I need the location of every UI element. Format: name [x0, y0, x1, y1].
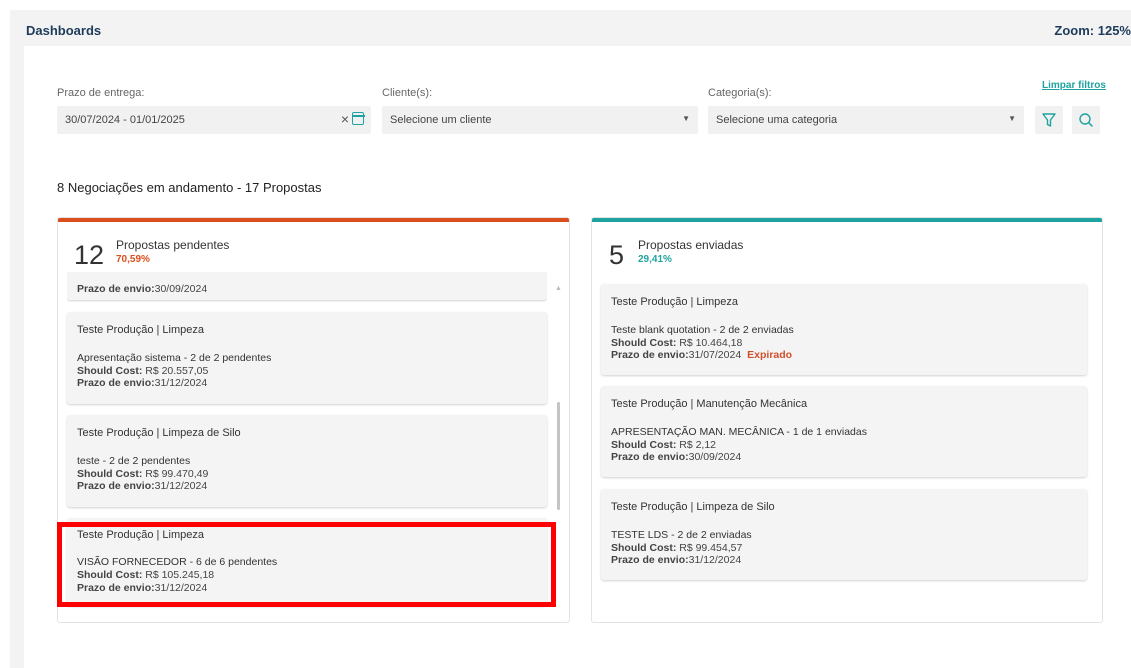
filter-icon — [1042, 113, 1056, 127]
should-cost-value: R$ 99.470,49 — [145, 468, 209, 480]
deadline-value: 31/12/2024 — [154, 582, 208, 594]
category-placeholder: Selecione uma categoria — [716, 114, 838, 126]
search-icon — [1079, 113, 1093, 127]
card-title: Teste Produção | Limpeza de Silo — [77, 427, 241, 439]
deadline-value: 31/07/2024 — [688, 349, 742, 361]
clear-filters-link[interactable]: Limpar filtros — [1042, 80, 1106, 91]
top-bar: Dashboards Zoom: 125% — [10, 10, 1131, 46]
category-label: Categoria(s): — [708, 87, 772, 99]
sent-card-2[interactable]: Teste Produção | Manutenção Mecânica APR… — [601, 386, 1087, 477]
chevron-down-icon: ▼ — [1008, 114, 1016, 123]
should-cost-label: Should Cost: — [611, 439, 677, 451]
card-title: Teste Produção | Manutenção Mecânica — [611, 398, 808, 410]
card-description: TESTE LDS - 2 de 2 enviadas — [611, 529, 752, 541]
card-description: Apresentação sistema - 2 de 2 pendentes — [77, 352, 272, 364]
sent-title: Propostas enviadas — [638, 238, 744, 252]
card-title: Teste Produção | Limpeza — [77, 324, 204, 336]
should-cost-value: R$ 99.454,57 — [679, 542, 743, 554]
should-cost-label: Should Cost: — [77, 468, 143, 480]
pending-card-2[interactable]: Teste Produção | Limpeza de Silo teste -… — [67, 415, 547, 507]
search-button[interactable] — [1072, 106, 1100, 134]
deadline-value: 31/12/2024 — [154, 480, 208, 492]
deadline-value: 31/12/2024 — [688, 554, 742, 566]
should-cost-label: Should Cost: — [611, 337, 677, 349]
deadline-value: 30/09/2024 — [154, 283, 208, 295]
deadline-label: Prazo de envio: — [611, 451, 689, 463]
category-select[interactable]: Selecione uma categoria ▼ — [708, 106, 1024, 134]
left-gutter — [10, 46, 24, 668]
deadline-value: 31/12/2024 — [154, 377, 208, 389]
should-cost-value: R$ 105.245,18 — [145, 569, 215, 581]
deadline-label: Prazo de envio: — [611, 554, 689, 566]
card-description: Teste blank quotation - 2 de 2 enviadas — [611, 324, 794, 336]
deadline-label: Prazo de envio: — [77, 480, 155, 492]
filter-button[interactable] — [1035, 106, 1063, 134]
card-title: Teste Produção | Limpeza — [611, 296, 738, 308]
sent-percent: 29,41% — [638, 254, 672, 265]
card-description: VISÃO FORNECEDOR - 6 de 6 pendentes — [77, 556, 278, 568]
sent-card-1[interactable]: Teste Produção | Limpeza Teste blank quo… — [601, 284, 1087, 375]
should-cost-label: Should Cost: — [77, 569, 143, 581]
deadline-label: Prazo de envio: — [77, 582, 155, 594]
should-cost-value: R$ 20.557,05 — [145, 365, 209, 377]
page-title: Dashboards — [26, 23, 102, 38]
pending-card-partial[interactable]: Prazo de envio:30/09/2024 — [67, 272, 547, 300]
card-description: teste - 2 de 2 pendentes — [77, 455, 191, 467]
sent-card-3[interactable]: Teste Produção | Limpeza de Silo TESTE L… — [601, 489, 1087, 580]
negotiations-summary: 8 Negociações em andamento - 17 Proposta… — [57, 180, 322, 195]
delivery-label: Prazo de entrega: — [57, 87, 145, 99]
deadline-label: Prazo de envio: — [611, 349, 689, 361]
should-cost-value: R$ 10.464,18 — [679, 337, 743, 349]
zoom-indicator: Zoom: 125% — [1054, 23, 1131, 38]
deadline-value: 30/09/2024 — [688, 451, 742, 463]
card-title: Teste Produção | Limpeza de Silo — [611, 501, 775, 513]
pending-card-3[interactable]: Teste Produção | Limpeza VISÃO FORNECEDO… — [67, 518, 547, 606]
delivery-date-range-input[interactable]: 30/07/2024 - 01/01/2025 × — [57, 106, 371, 134]
should-cost-label: Should Cost: — [611, 542, 677, 554]
delivery-date-value: 30/07/2024 - 01/01/2025 — [65, 114, 185, 126]
clear-date-icon[interactable]: × — [341, 111, 349, 127]
pending-card-partial-clip: Prazo de envio:30/09/2024 — [67, 272, 547, 302]
pending-title: Propostas pendentes — [116, 238, 230, 252]
should-cost-value: R$ 2,12 — [679, 439, 717, 451]
calendar-icon[interactable] — [351, 112, 365, 125]
card-description: APRESENTAÇÃO MAN. MECÂNICA - 1 de 1 envi… — [611, 426, 867, 438]
pending-count: 12 — [74, 240, 105, 270]
pending-percent: 70,59% — [116, 254, 150, 265]
deadline-label: Prazo de envio: — [77, 283, 155, 295]
sent-accent-bar — [592, 218, 1102, 222]
should-cost-label: Should Cost: — [77, 365, 143, 377]
pending-card-1[interactable]: Teste Produção | Limpeza Apresentação si… — [67, 312, 547, 404]
pending-scrollbar-thumb[interactable] — [557, 402, 560, 510]
card-title: Teste Produção | Limpeza — [77, 529, 204, 541]
client-label: Cliente(s): — [382, 87, 433, 99]
chevron-down-icon: ▼ — [682, 114, 690, 123]
client-select[interactable]: Selecione um cliente ▼ — [382, 106, 698, 134]
deadline-label: Prazo de envio: — [77, 377, 155, 389]
client-placeholder: Selecione um cliente — [390, 114, 492, 126]
sent-count: 5 — [609, 240, 625, 270]
pending-accent-bar — [58, 218, 569, 222]
expired-badge: Expirado — [747, 349, 793, 361]
